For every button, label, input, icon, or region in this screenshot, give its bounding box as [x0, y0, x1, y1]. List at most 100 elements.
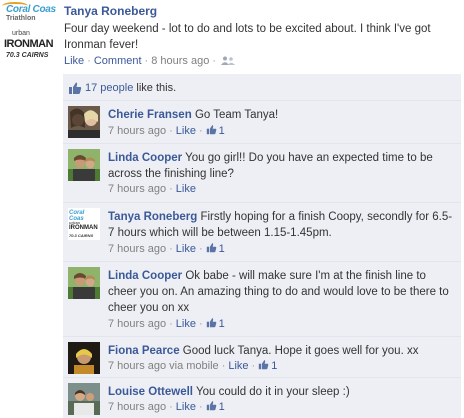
comment-timestamp[interactable]: 7 hours ago	[108, 401, 166, 413]
separator-dot: ·	[198, 318, 203, 330]
logo-text-brand: IRONMAN	[69, 225, 98, 231]
comment-text: Good luck Tanya. Hope it goes well for y…	[182, 345, 419, 357]
comment-author[interactable]: Linda Cooper	[108, 152, 182, 164]
separator-dot: ·	[221, 360, 226, 372]
comment-like-number: 1	[271, 360, 278, 372]
comment-timestamp[interactable]: 7 hours ago	[108, 183, 166, 195]
separator-dot: ·	[169, 401, 173, 413]
likes-suffix: like this.	[133, 81, 177, 94]
comment-meta: 7 hours ago · Like · 1	[108, 317, 225, 330]
comment-author[interactable]: Tanya Roneberg	[108, 211, 197, 223]
separator-dot: ·	[87, 55, 91, 67]
comment-body: Louise Ottewell You could do it in your …	[108, 384, 453, 400]
comment-like-number: 1	[218, 125, 225, 137]
comment-author[interactable]: Cherie Fransen	[108, 109, 192, 121]
comment-item: Coral Coas urban IRONMAN 70.3 CAIRNS Tan…	[63, 203, 461, 262]
separator-dot: ·	[198, 125, 203, 137]
commenter-avatar[interactable]	[68, 106, 100, 138]
separator-dot: ·	[251, 360, 256, 372]
comment-timestamp[interactable]: 7 hours ago	[108, 318, 166, 330]
comment-text: Go Team Tanya!	[194, 109, 279, 121]
separator-dot: ·	[212, 55, 216, 67]
comment-author[interactable]: Louise Ottewell	[108, 386, 193, 398]
triathlon-logo-icon: Coral Coas urban IRONMAN 70.3 CAIRNS	[68, 208, 100, 240]
comment-like-number: 1	[218, 318, 225, 330]
comment-like-link[interactable]: Like	[176, 183, 196, 195]
people-icon	[221, 56, 235, 66]
comment-like-link[interactable]: Like	[176, 125, 196, 137]
commenter-avatar[interactable]	[68, 383, 100, 415]
comment-like-link[interactable]: Like	[176, 401, 196, 413]
commenter-avatar[interactable]	[68, 267, 100, 299]
feedback-panel: 17 people like this. Cherie Fransen Go T…	[63, 74, 461, 418]
profile-photo-image	[68, 383, 100, 415]
post-actions: Like · Comment · 8 hours ago ·	[64, 55, 235, 67]
logo-text-line1: Coral Coas	[6, 4, 56, 15]
post-timestamp[interactable]: 8 hours ago	[151, 55, 209, 67]
profile-photo-image	[68, 342, 100, 374]
thumbs-up-icon	[206, 125, 216, 135]
comment-item: Cherie Fransen Go Team Tanya! 7 hours ag…	[63, 101, 461, 144]
comment-like-link[interactable]: Like	[176, 318, 196, 330]
comment-item: Linda Cooper Ok babe - will make sure I'…	[63, 262, 461, 337]
comment-body: Linda Cooper Ok babe - will make sure I'…	[108, 268, 453, 316]
comment-body: Cherie Fransen Go Team Tanya!	[108, 107, 453, 123]
comment-like-link[interactable]: Like	[176, 243, 196, 255]
comment-body: Linda Cooper You go girl!! Do you have a…	[108, 150, 453, 182]
logo-text-urban: urban	[12, 30, 30, 37]
comment-item: Fiona Pearce Good luck Tanya. Hope it go…	[63, 337, 461, 378]
post-author-name[interactable]: Tanya Roneberg	[64, 4, 157, 18]
profile-photo-image	[68, 267, 100, 299]
logo-text-sub: 70.3 CAIRNS	[69, 233, 94, 238]
comment-link[interactable]: Comment	[94, 55, 142, 67]
comment-item: Louise Ottewell You could do it in your …	[63, 378, 461, 418]
separator-dot: ·	[169, 125, 173, 137]
thumbs-up-icon	[206, 318, 216, 328]
logo-text-brand: IRONMAN	[4, 38, 54, 50]
comment-meta: 7 hours ago · Like · 1	[108, 242, 225, 255]
comment-body: Fiona Pearce Good luck Tanya. Hope it go…	[108, 343, 453, 359]
comment-timestamp[interactable]: 7 hours ago	[108, 125, 166, 137]
thumbs-up-icon	[206, 401, 216, 411]
comment-body: Tanya Roneberg Firstly hoping for a fini…	[108, 209, 453, 241]
comment-like-count[interactable]: 1	[258, 360, 277, 372]
comment-timestamp[interactable]: 7 hours ago	[108, 243, 166, 255]
separator-dot: ·	[144, 55, 149, 67]
likes-summary: 17 people like this.	[63, 74, 461, 101]
comment-author[interactable]: Linda Cooper	[108, 270, 182, 282]
comment-like-count[interactable]: 1	[206, 401, 225, 413]
feed-story: Coral Coas Triathlon urban IRONMAN 70.3 …	[0, 0, 464, 418]
comment-meta: 7 hours ago · Like	[108, 183, 196, 195]
comment-like-count[interactable]: 1	[206, 125, 225, 137]
comment-item: Linda Cooper You go girl!! Do you have a…	[63, 144, 461, 203]
post-message: Four day weekend - lot to do and lots to…	[64, 23, 431, 51]
profile-photo-image	[68, 149, 100, 181]
comment-like-number: 1	[218, 243, 225, 255]
comment-author[interactable]: Fiona Pearce	[108, 345, 180, 357]
comment-like-link[interactable]: Like	[228, 360, 248, 372]
post-author-avatar[interactable]: Coral Coas Triathlon urban IRONMAN 70.3 …	[2, 0, 59, 62]
logo-text-line2: Triathlon	[6, 15, 36, 22]
like-link[interactable]: Like	[64, 55, 84, 67]
thumbs-up-icon	[69, 82, 82, 94]
commenter-avatar[interactable]: Coral Coas urban IRONMAN 70.3 CAIRNS	[68, 208, 100, 240]
profile-photo-image	[68, 106, 100, 138]
separator-dot: ·	[198, 243, 203, 255]
separator-dot: ·	[198, 401, 203, 413]
comment-meta: 7 hours ago via mobile · Like · 1	[108, 359, 277, 372]
comment-like-number: 1	[218, 401, 225, 413]
separator-dot: ·	[169, 243, 173, 255]
likers-link[interactable]: 17 people	[85, 82, 133, 94]
commenter-avatar[interactable]	[68, 342, 100, 374]
comment-text: You could do it in your sleep :)	[196, 386, 350, 398]
separator-dot: ·	[169, 183, 173, 195]
comment-meta: 7 hours ago · Like · 1	[108, 124, 225, 137]
comment-like-count[interactable]: 1	[206, 243, 225, 255]
comment-like-count[interactable]: 1	[206, 318, 225, 330]
commenter-avatar[interactable]	[68, 149, 100, 181]
thumbs-up-icon	[259, 360, 269, 370]
logo-text-sub: 70.3 CAIRNS	[6, 52, 49, 59]
comment-meta: 7 hours ago · Like · 1	[108, 400, 225, 413]
comment-timestamp[interactable]: 7 hours ago via mobile	[108, 360, 219, 372]
thumbs-up-icon	[206, 243, 216, 253]
